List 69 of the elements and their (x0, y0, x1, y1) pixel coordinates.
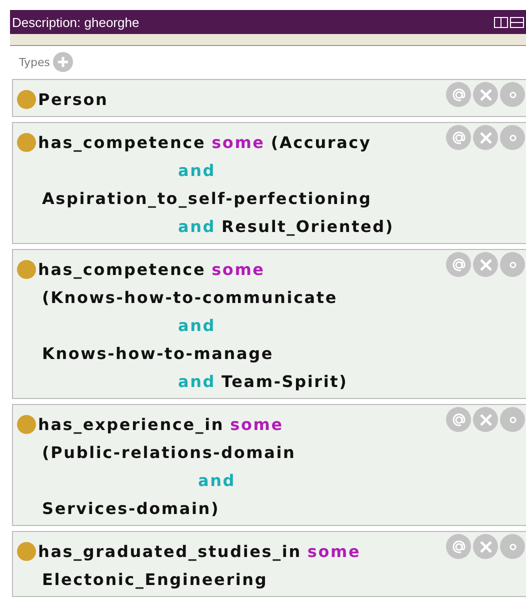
keyword-text: and (178, 216, 216, 236)
section-label: Types (19, 56, 50, 68)
at-sign-icon (450, 412, 466, 428)
class-dot-icon (17, 260, 36, 278)
class-expression-text: (Accuracy (270, 132, 372, 152)
class-dot-icon (17, 542, 36, 560)
options-button[interactable] (500, 534, 525, 559)
class-expression-text: Result_Oriented) (222, 216, 394, 236)
add-icon[interactable] (53, 52, 73, 72)
options-button[interactable] (500, 252, 525, 277)
keyword-text: some (307, 542, 361, 560)
close-icon (480, 414, 492, 426)
class-expression-text: has_experience_in (38, 414, 224, 434)
keyword-text: some (212, 132, 265, 152)
delete-button[interactable] (473, 252, 498, 277)
type-entry[interactable]: has_experience_in some (Public-relations-domain and Services-domain) (12, 404, 526, 526)
annotate-button[interactable] (446, 82, 471, 107)
annotate-button[interactable] (446, 125, 471, 150)
options-button[interactable] (500, 82, 525, 107)
circle-icon (508, 134, 516, 142)
class-expression-text: (Public-relations-domain (42, 442, 296, 462)
class-dot-icon (17, 90, 36, 108)
class-expression-text: has_competence (38, 132, 206, 152)
class-expression-text: has_competence (38, 260, 206, 278)
delete-button[interactable] (473, 82, 498, 107)
delete-button[interactable] (473, 125, 498, 150)
class-dot-icon (17, 132, 36, 152)
class-dot-icon (17, 414, 36, 434)
options-button[interactable] (500, 407, 525, 432)
class-expression-text: Person (38, 90, 108, 108)
class-expression-text: (Knows-how-to-communicate (42, 288, 338, 306)
at-sign-icon (450, 130, 466, 146)
circle-icon (508, 90, 516, 98)
panel-title: Description: gheorghe (12, 14, 140, 30)
at-sign-icon (450, 86, 466, 102)
close-icon (480, 258, 492, 270)
class-expression-text: Services-domain) (42, 498, 220, 518)
annotate-button[interactable] (446, 407, 471, 432)
keyword-text: and (178, 160, 216, 180)
keyword-text: some (212, 260, 265, 278)
close-icon (480, 132, 492, 144)
type-entry[interactable]: Person (12, 79, 526, 117)
plus-icon (57, 56, 69, 68)
type-entry[interactable]: has_competence some (Accuracy and Aspiration_to_self-perfectioning and Result_Oriented) (12, 122, 526, 244)
delete-button[interactable] (473, 534, 498, 559)
circle-icon (508, 416, 516, 424)
options-button[interactable] (500, 125, 525, 150)
keyword-text: and (178, 316, 216, 334)
close-icon (480, 540, 492, 552)
layout-icon[interactable] (510, 16, 524, 28)
circle-icon (508, 260, 516, 268)
at-sign-icon (450, 538, 466, 554)
keyword-text: some (230, 414, 284, 434)
class-expression-text: has_graduated_studies_in (38, 542, 302, 560)
keyword-text: and (198, 470, 236, 490)
annotate-button[interactable] (446, 534, 471, 559)
layout-icon[interactable] (494, 16, 508, 28)
keyword-text: and (178, 372, 216, 390)
delete-button[interactable] (473, 407, 498, 432)
class-expression-text: Knows-how-to-manage (42, 344, 274, 362)
circle-icon (508, 542, 516, 550)
type-entry[interactable]: has_competence some (Knows-how-to-communicate and Knows-how-to-manage and Team-Spirit) (12, 249, 526, 399)
type-entry[interactable]: has_graduated_studies_in some Electonic_Engineering (12, 531, 526, 597)
close-icon (480, 88, 492, 100)
class-expression-text: Team-Spirit) (222, 372, 348, 390)
annotate-button[interactable] (446, 252, 471, 277)
class-expression-text: Aspiration_to_self-perfectioning (42, 188, 372, 208)
class-expression-text: Electonic_Engineering (42, 570, 268, 588)
at-sign-icon (450, 256, 466, 272)
